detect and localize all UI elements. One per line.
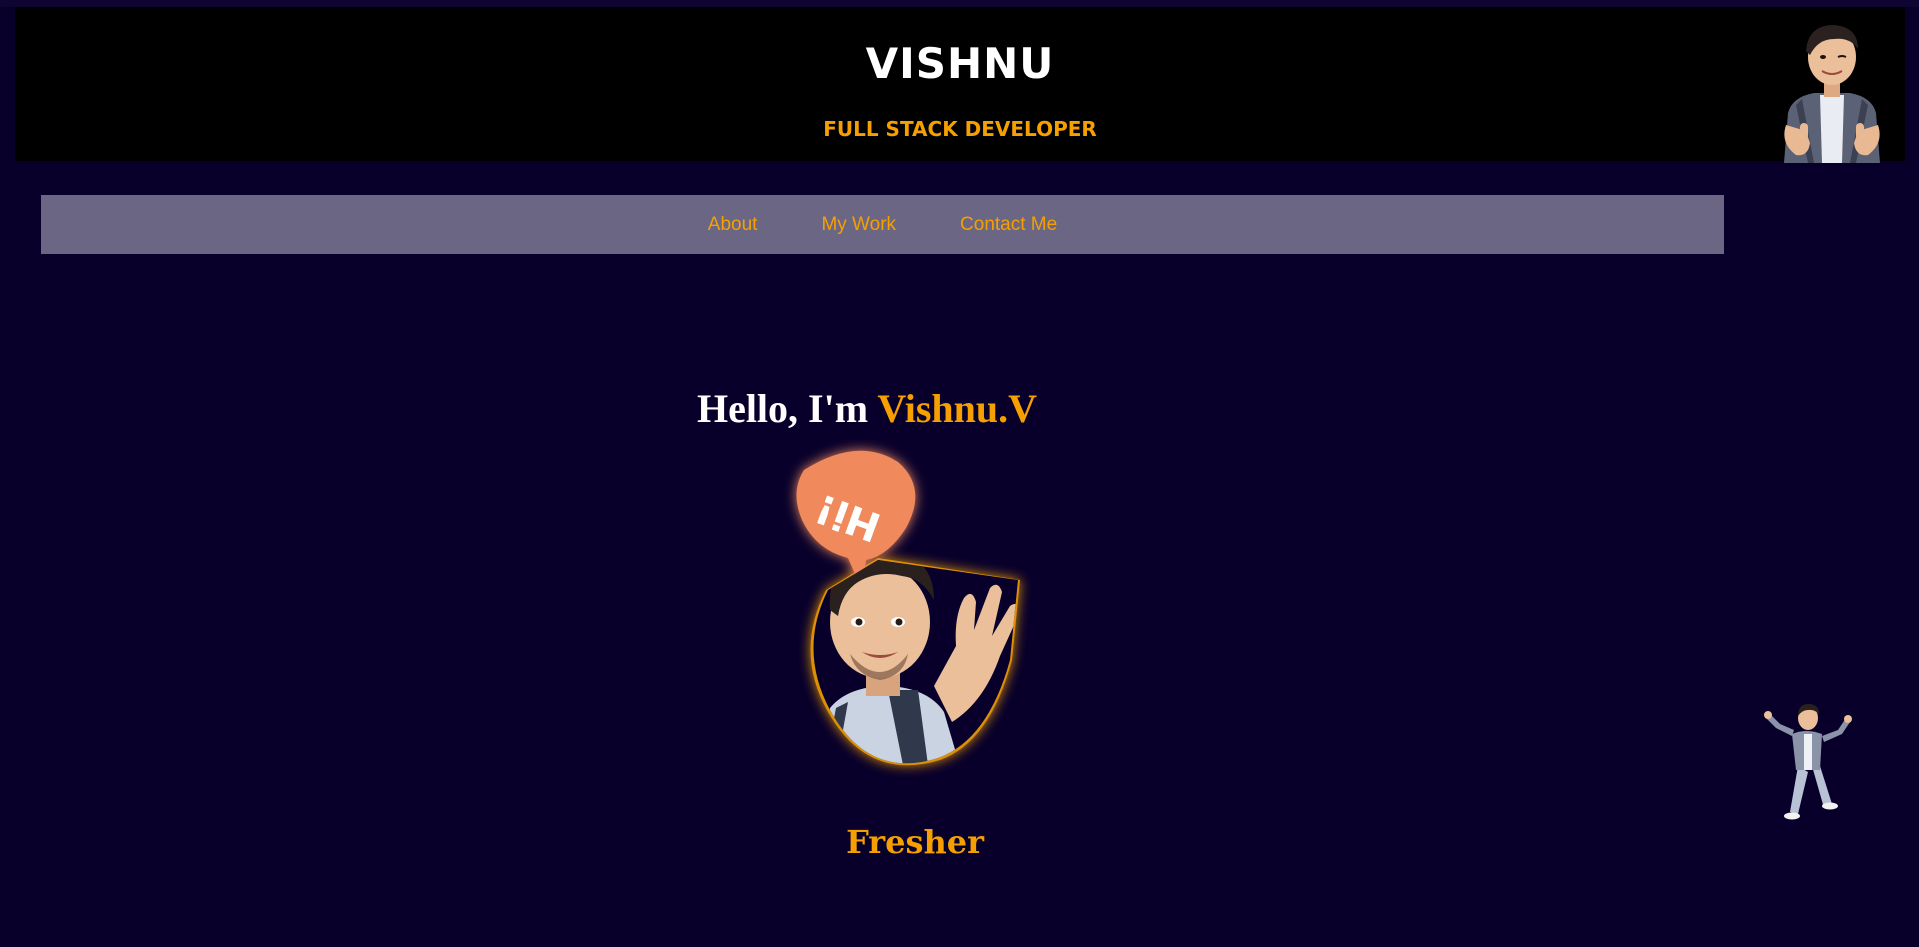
avatar-thumbs-up-icon: [1784, 25, 1880, 163]
nav-links: About My Work Contact Me: [41, 195, 1724, 254]
nav-link-contact-me[interactable]: Contact Me: [960, 214, 1057, 236]
top-strip: [0, 0, 1919, 7]
site-header: VISHNU FULL STACK DEVELOPER: [15, 7, 1905, 163]
avatar-dancing-icon: [1764, 704, 1852, 820]
avatar-waving-icon: Hi!: [796, 450, 1020, 766]
nav-link-about[interactable]: About: [708, 214, 758, 236]
greeting-text: Hello, I'm: [696, 385, 878, 431]
nav-bar: About My Work Contact Me: [41, 195, 1724, 254]
hero-name: Vishnu.V: [877, 385, 1038, 431]
site-subtitle: FULL STACK DEVELOPER: [823, 117, 1097, 141]
site-title: VISHNU: [865, 39, 1055, 88]
status-text: Fresher: [846, 823, 984, 861]
hero-greeting: Hello, I'm Vishnu.V: [0, 381, 1734, 437]
nav-link-my-work[interactable]: My Work: [821, 214, 896, 236]
